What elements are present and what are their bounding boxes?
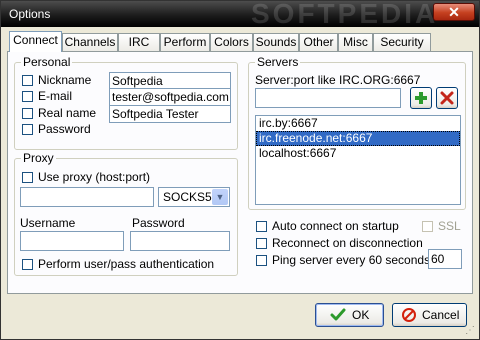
server-list[interactable]: irc.by:6667 irc.freenode.net:6667 localh… [255, 115, 461, 205]
proxy-auth-checkbox[interactable] [22, 259, 33, 270]
server-list-item[interactable]: irc.by:6667 [256, 116, 460, 131]
close-icon: ✕ [448, 4, 460, 20]
email-checkbox[interactable] [22, 91, 33, 102]
plus-icon [415, 92, 427, 104]
title-bar[interactable]: SOFTPEDIA Options ✕ [1, 0, 479, 29]
remove-server-button[interactable] [436, 87, 458, 109]
tab-irc[interactable]: IRC [118, 33, 160, 51]
auto-connect-label: Auto connect on startup [272, 219, 399, 233]
dialog-footer: OK Cancel ⋰ [1, 297, 479, 339]
ssl-label: SSL [438, 219, 461, 233]
ok-button[interactable]: OK [315, 303, 384, 327]
server-list-item-selected[interactable]: irc.freenode.net:6667 [256, 131, 460, 146]
ping-label: Ping server every 60 seconds [272, 253, 431, 267]
password-checkbox[interactable] [22, 124, 33, 135]
options-window: SOFTPEDIA Options ✕ Connect Channels IRC… [0, 0, 480, 340]
proxy-password-label: Password [132, 216, 185, 230]
add-server-button[interactable] [410, 87, 432, 109]
chevron-down-icon[interactable]: ▼ [212, 189, 228, 205]
password-label: Password [38, 122, 91, 136]
proxy-legend: Proxy [21, 151, 56, 165]
servers-legend: Servers [255, 55, 301, 69]
ping-checkbox[interactable] [256, 255, 267, 266]
proxy-type-select[interactable]: SOCKS5 ▼ [158, 187, 230, 207]
realname-label: Real name [38, 106, 97, 120]
use-proxy-checkbox[interactable] [22, 172, 33, 183]
nickname-checkbox[interactable] [22, 75, 33, 86]
tab-perform[interactable]: Perform [160, 33, 210, 51]
ssl-checkbox[interactable] [422, 221, 433, 232]
proxy-password-field[interactable] [130, 231, 230, 251]
tab-misc[interactable]: Misc [338, 33, 373, 51]
realname-field[interactable]: Softpedia Tester [109, 105, 231, 123]
proxy-type-value: SOCKS5 [163, 190, 212, 204]
no-entry-icon [402, 308, 416, 322]
check-icon [330, 308, 346, 321]
use-proxy-label: Use proxy (host:port) [38, 170, 151, 184]
email-field[interactable]: tester@softpedia.com [109, 88, 231, 106]
auto-connect-checkbox[interactable] [256, 221, 267, 232]
tab-connect[interactable]: Connect [9, 31, 62, 52]
tab-other[interactable]: Other [299, 33, 338, 51]
proxy-auth-label: Perform user/pass authentication [38, 257, 215, 271]
tab-colors[interactable]: Colors [210, 33, 253, 51]
proxy-username-field[interactable] [20, 231, 124, 251]
x-icon [440, 91, 454, 105]
connect-panel: Personal Nickname Softpedia E-mail teste… [7, 51, 473, 294]
server-hint: Server:port like IRC.ORG:6667 [255, 73, 421, 87]
cancel-button[interactable]: Cancel [392, 303, 467, 327]
server-list-item[interactable]: localhost:6667 [256, 146, 460, 161]
realname-checkbox[interactable] [22, 108, 33, 119]
reconnect-checkbox[interactable] [256, 238, 267, 249]
tab-channels[interactable]: Channels [62, 33, 118, 51]
ping-interval-field[interactable]: 60 [428, 249, 462, 269]
email-label: E-mail [38, 89, 73, 103]
personal-legend: Personal [21, 55, 73, 69]
window-title: Options [9, 7, 51, 21]
nickname-label: Nickname [38, 73, 92, 87]
proxy-host-field[interactable] [20, 187, 154, 207]
tab-sounds[interactable]: Sounds [253, 33, 299, 51]
ok-label: OK [352, 308, 370, 322]
tab-security[interactable]: Security [373, 33, 431, 51]
reconnect-label: Reconnect on disconnection [272, 236, 423, 250]
cancel-label: Cancel [422, 308, 460, 322]
resize-grip-icon[interactable]: ⋰ [465, 325, 475, 336]
username-label: Username [20, 216, 76, 230]
close-button[interactable]: ✕ [433, 3, 475, 21]
watermark: SOFTPEDIA [251, 0, 439, 29]
server-input[interactable] [255, 88, 401, 108]
